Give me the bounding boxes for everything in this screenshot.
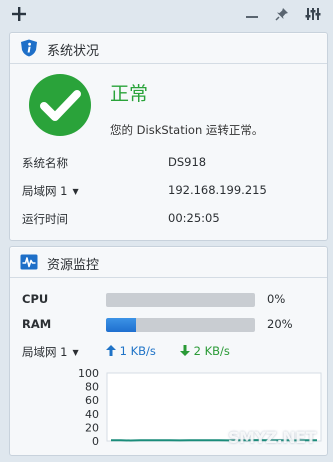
widget-toolbar <box>0 0 333 30</box>
system-status-panel: 系统状况 正常 您的 DiskStation 运转正常。 系统名称 DS918 … <box>9 32 328 241</box>
y-tick-label: 40 <box>85 408 99 421</box>
widget-settings-button[interactable] <box>305 6 321 25</box>
y-tick-label: 60 <box>85 394 99 407</box>
pin-icon <box>275 8 288 21</box>
system-status-title: 系统状况 <box>47 44 100 59</box>
status-headline: 正常 <box>110 83 149 105</box>
resource-monitor-panel: 资源监控 CPU 0% RAM 20% 局域网 1 ▼ 1 KB/s 2 KB/s… <box>9 246 328 456</box>
minimize-button[interactable] <box>245 6 259 25</box>
system-name-label: 系统名称 <box>22 156 68 170</box>
add-widget-button[interactable] <box>12 4 26 26</box>
uptime-label: 运行时间 <box>22 212 68 226</box>
ip-address-value: 192.168.199.215 <box>168 183 267 197</box>
status-message: 您的 DiskStation 运转正常。 <box>110 123 264 137</box>
lan-selector[interactable]: 局域网 1 ▼ <box>22 183 79 199</box>
y-tick-label: 0 <box>92 435 99 448</box>
chevron-down-icon: ▼ <box>72 187 79 196</box>
network-traffic-chart: 100806040200 <box>78 367 322 448</box>
uptime-value: 00:25:05 <box>168 211 220 225</box>
y-tick-label: 100 <box>78 367 99 380</box>
plus-icon <box>12 7 26 21</box>
sliders-icon <box>305 8 321 20</box>
y-tick-label: 80 <box>85 381 99 394</box>
watermark-logo: SMYZ.NET <box>228 428 316 447</box>
minimize-icon <box>246 16 258 18</box>
pin-button[interactable] <box>275 6 289 25</box>
info-shield-icon <box>21 39 37 57</box>
system-name-value: DS918 <box>168 155 207 169</box>
lan-label: 局域网 1 <box>22 184 68 198</box>
y-tick-label: 20 <box>85 421 99 434</box>
system-status-header: 系统状况 <box>10 33 327 64</box>
status-ok-check-icon <box>29 74 91 136</box>
